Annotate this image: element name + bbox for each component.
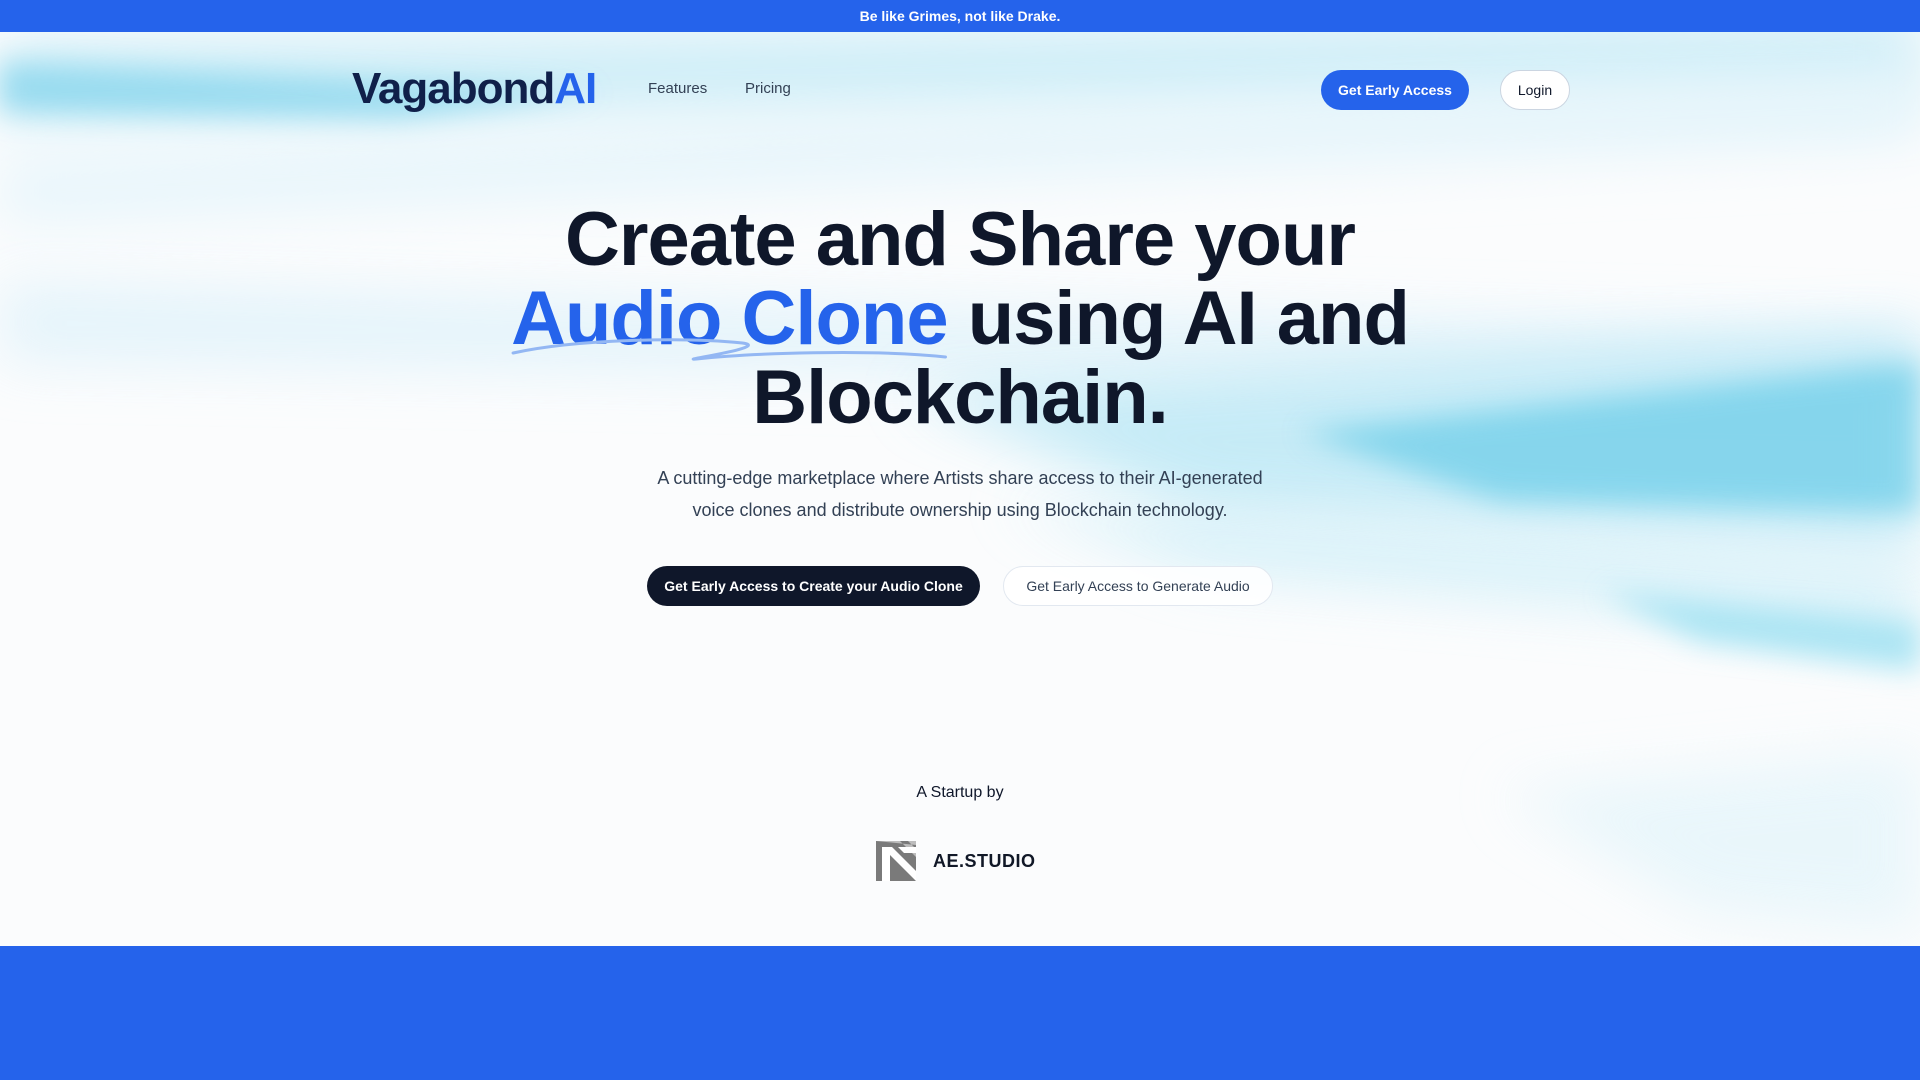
announcement-bar: Be like Grimes, not like Drake. [0,0,1920,32]
hero-section: VagabondAI Features Pricing Get Early Ac… [0,32,1920,946]
startup-label: A Startup by [916,784,1004,801]
create-audio-clone-button[interactable]: Get Early Access to Create your Audio Cl… [647,566,980,606]
ae-studio-mark-icon [876,841,916,881]
ae-studio-name: AE.STUDIO [933,851,1036,871]
nav-link-pricing[interactable]: Pricing [745,66,791,112]
logo-main: Vagabond [352,64,555,113]
headline-highlight: Audio Clone [511,279,949,361]
nav-link-features[interactable]: Features [648,66,707,112]
headline-line1: Create and Share your [565,197,1356,282]
subtitle-line2: voice clones and distribute ownership us… [692,500,1228,520]
blue-section [0,946,1920,1080]
subtitle-line1: A cutting-edge marketplace where Artists… [657,468,1263,488]
top-navbar: VagabondAI Features Pricing Get Early Ac… [352,66,1570,112]
generate-audio-button[interactable]: Get Early Access to Generate Audio [1003,566,1273,606]
logo-accent: AI [554,64,597,113]
vagabond-logo[interactable]: VagabondAI [352,64,597,113]
hero-content: VagabondAI Features Pricing Get Early Ac… [0,32,1920,946]
announcement-text: Be like Grimes, not like Drake. [859,8,1061,24]
hero-subtitle: A cutting-edge marketplace where Artists… [610,462,1310,526]
headline-line2-rest: using AI and [947,276,1410,361]
squiggle-underline [511,338,948,361]
headline-line3: Blockchain. [752,355,1169,440]
login-button[interactable]: Login [1500,70,1570,110]
ae-studio-logo[interactable]: AE.STUDIO [876,841,1044,881]
get-early-access-button[interactable]: Get Early Access [1321,70,1469,110]
hero-headline: Create and Share your Audio Clone using … [460,200,1460,437]
